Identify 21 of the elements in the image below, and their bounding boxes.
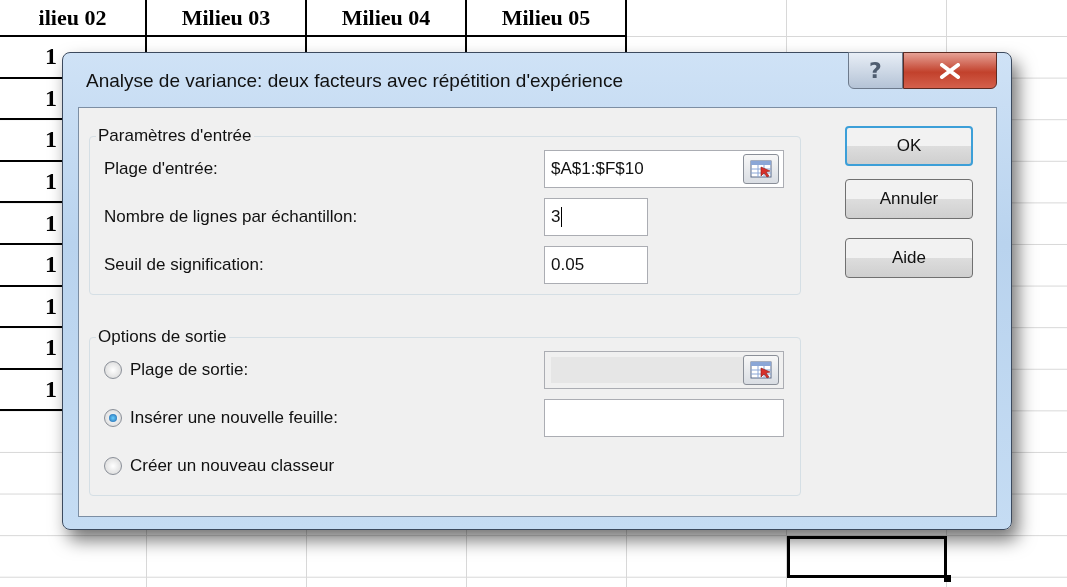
column-header: Milieu 03 — [147, 0, 307, 37]
column-header: ilieu 02 — [0, 0, 147, 37]
dialog-button[interactable]: Annuler — [845, 179, 973, 219]
range-select-button[interactable] — [743, 154, 779, 184]
range-select-icon — [750, 160, 772, 178]
dialog-button[interactable]: OK — [845, 126, 973, 166]
radio-button[interactable] — [104, 457, 122, 475]
input-field[interactable] — [544, 399, 784, 437]
dialog-button[interactable]: Aide — [845, 238, 973, 278]
input-field[interactable]: 0.05 — [544, 246, 648, 284]
column-header: Milieu 05 — [467, 0, 627, 37]
input-field[interactable]: $A$1:$F$10 — [544, 150, 784, 188]
radio-button[interactable] — [104, 361, 122, 379]
range-select-icon — [750, 361, 772, 379]
radio-button[interactable] — [104, 409, 122, 427]
radio-label[interactable]: Créer un nouveau classeur — [130, 456, 335, 476]
input-field[interactable]: 3 — [544, 198, 648, 236]
column-header: Milieu 04 — [307, 0, 467, 37]
close-icon — [939, 62, 961, 79]
help-button[interactable]: ? — [848, 52, 903, 89]
close-button[interactable] — [903, 52, 997, 89]
